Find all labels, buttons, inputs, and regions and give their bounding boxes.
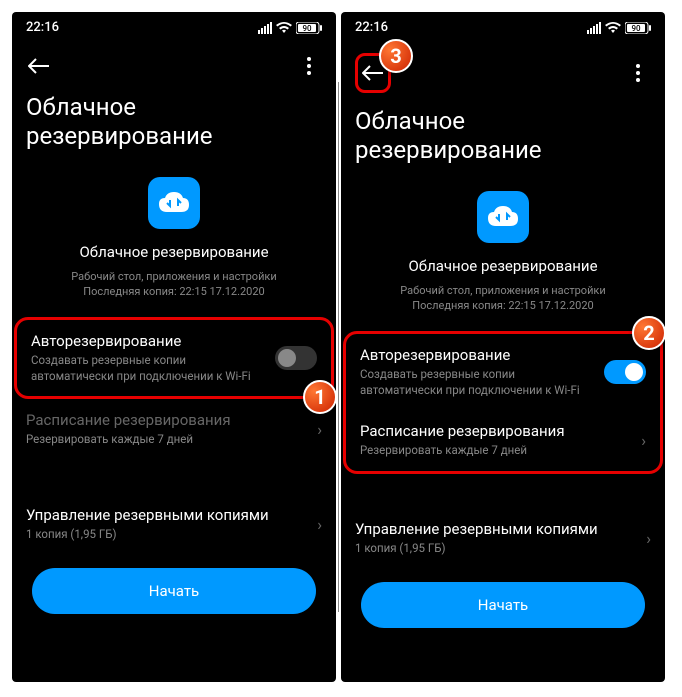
chevron-right-icon: › bbox=[317, 515, 322, 534]
manage-row[interactable]: Управление резервными копиями 1 копия (1… bbox=[12, 494, 336, 555]
center-sub2: Последняя копия: 22:15 17.12.2020 bbox=[355, 298, 651, 313]
page-title: Облачное резервирование bbox=[341, 103, 665, 179]
schedule-row: Расписание резервирования Резервировать … bbox=[12, 399, 336, 460]
more-vertical-icon bbox=[636, 64, 640, 82]
battery-icon: 90 bbox=[625, 22, 651, 34]
status-time: 22:16 bbox=[355, 20, 388, 35]
center-sub2: Последняя копия: 22:15 17.12.2020 bbox=[26, 284, 322, 299]
chevron-right-icon: › bbox=[641, 431, 646, 450]
signal-icon bbox=[258, 22, 272, 34]
wifi-icon bbox=[276, 22, 292, 34]
center-sub1: Рабочий стол, приложения и настройки bbox=[355, 283, 651, 298]
chevron-right-icon: › bbox=[317, 420, 322, 439]
highlight-auto-backup: Авторезервирование Создавать резервные к… bbox=[14, 317, 334, 399]
back-button[interactable] bbox=[26, 53, 52, 79]
battery-icon: 90 bbox=[296, 22, 322, 34]
auto-backup-row[interactable]: Авторезервирование Создавать резервные к… bbox=[346, 334, 660, 410]
schedule-sub: Резервировать каждые 7 дней bbox=[360, 443, 631, 459]
arrow-left-icon bbox=[362, 65, 384, 81]
status-icons: 90 bbox=[587, 22, 651, 34]
manage-row[interactable]: Управление резервными копиями 1 копия (1… bbox=[341, 508, 665, 569]
cloud-backup-icon bbox=[148, 177, 200, 229]
wifi-icon bbox=[605, 22, 621, 34]
auto-backup-title: Авторезервирование bbox=[31, 332, 265, 350]
status-bar: 22:16 90 bbox=[12, 12, 336, 43]
center-title: Облачное резервирование bbox=[26, 243, 322, 261]
auto-backup-row[interactable]: Авторезервирование Создавать резервные к… bbox=[17, 320, 331, 396]
highlight-auto-and-schedule: 2 Авторезервирование Создавать резервные… bbox=[343, 331, 663, 474]
badge-2: 2 bbox=[632, 316, 665, 350]
auto-backup-title: Авторезервирование bbox=[360, 346, 594, 364]
chevron-right-icon: › bbox=[646, 529, 651, 548]
more-vertical-icon bbox=[307, 57, 311, 75]
manage-sub: 1 копия (1,95 ГБ) bbox=[26, 527, 307, 543]
start-button[interactable]: Начать bbox=[361, 582, 645, 628]
divider bbox=[338, 82, 339, 612]
auto-backup-sub: Создавать резервные копии автоматически … bbox=[31, 353, 265, 384]
status-time: 22:16 bbox=[26, 20, 59, 35]
badge-3: 3 bbox=[379, 39, 413, 73]
svg-text:90: 90 bbox=[631, 24, 641, 33]
auto-backup-sub: Создавать резервные копии автоматически … bbox=[360, 367, 594, 398]
schedule-title: Расписание резервирования bbox=[26, 411, 307, 429]
page-title: Облачное резервирование bbox=[12, 89, 336, 165]
more-button[interactable] bbox=[296, 53, 322, 79]
schedule-sub: Резервировать каждые 7 дней bbox=[26, 432, 307, 448]
schedule-row[interactable]: Расписание резервирования Резервировать … bbox=[346, 410, 660, 471]
schedule-title: Расписание резервирования bbox=[360, 422, 631, 440]
status-icons: 90 bbox=[258, 22, 322, 34]
auto-backup-toggle[interactable] bbox=[604, 360, 646, 384]
phone-screen-left: 22:16 90 Облачное резервирование Облачно… bbox=[12, 12, 336, 682]
cloud-backup-icon bbox=[477, 191, 529, 243]
center-sub1: Рабочий стол, приложения и настройки bbox=[26, 269, 322, 284]
svg-text:90: 90 bbox=[302, 24, 312, 33]
manage-title: Управление резервными копиями bbox=[355, 520, 636, 538]
manage-sub: 1 копия (1,95 ГБ) bbox=[355, 541, 636, 557]
arrow-left-icon bbox=[28, 58, 50, 74]
start-button[interactable]: Начать bbox=[32, 568, 316, 614]
badge-1: 1 bbox=[303, 380, 336, 414]
manage-title: Управление резервными копиями bbox=[26, 506, 307, 524]
signal-icon bbox=[587, 22, 601, 34]
more-button[interactable] bbox=[625, 60, 651, 86]
center-title: Облачное резервирование bbox=[355, 257, 651, 275]
phone-screen-right: 22:16 90 3 Облачное резервирование bbox=[341, 12, 665, 682]
auto-backup-toggle[interactable] bbox=[275, 346, 317, 370]
status-bar: 22:16 90 bbox=[341, 12, 665, 43]
